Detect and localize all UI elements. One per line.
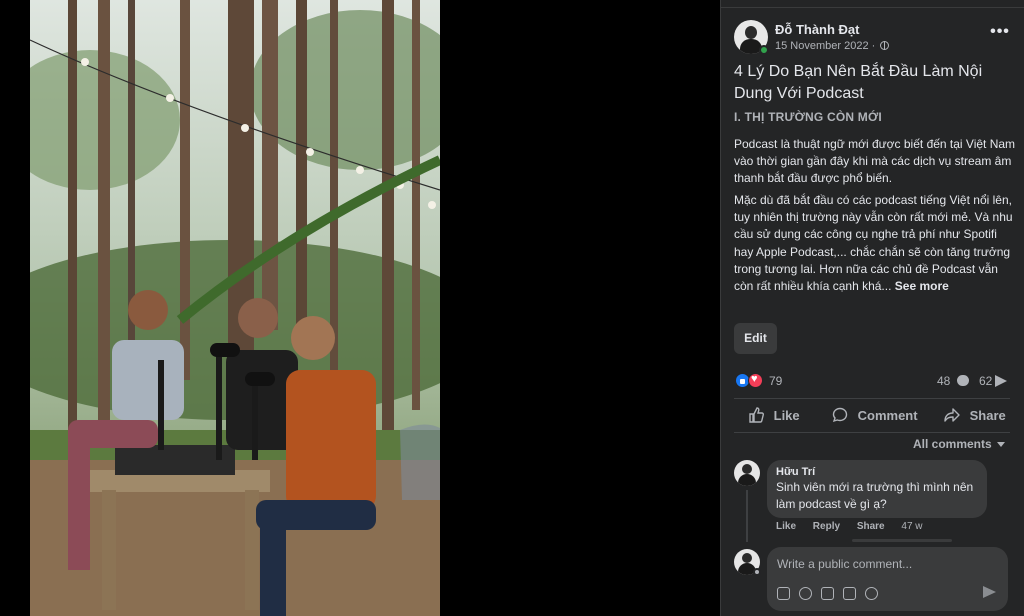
divider — [734, 432, 1010, 433]
avatar-head — [742, 464, 752, 474]
caret-down-icon — [996, 442, 1005, 447]
comment-box — [767, 547, 1008, 611]
comment-timestamp[interactable]: 47 w — [901, 521, 922, 532]
post-photo[interactable] — [30, 0, 440, 616]
comment-input[interactable] — [777, 555, 997, 573]
send-icon[interactable] — [983, 586, 996, 598]
comment-text: Sinh viên mới ra trường thì mình nên làm… — [776, 480, 974, 511]
commenter-name[interactable]: Hữu Trí — [776, 466, 978, 478]
post-title: 4 Lý Do Bạn Nên Bắt Đầu Làm Nội Dung Với… — [734, 63, 983, 102]
edit-button[interactable]: Edit — [734, 323, 777, 354]
sticker-icon[interactable] — [777, 587, 790, 601]
gif-icon[interactable] — [843, 587, 856, 601]
section-heading: I. THỊ TRƯỜNG CÒN MỚI — [734, 110, 882, 124]
composer-tools — [777, 585, 887, 601]
panel-topbar — [721, 0, 1024, 8]
share-count[interactable]: 62 — [979, 374, 992, 388]
post-paragraph-1: Podcast là thuật ngữ mới được biết đến t… — [734, 137, 1016, 186]
photo-viewer — [0, 0, 720, 616]
post-date[interactable]: 15 November 2022 · — [775, 40, 875, 52]
reaction-count[interactable]: 79 — [769, 374, 782, 388]
camera-icon[interactable] — [821, 587, 834, 601]
post-actions: Like Comment Share — [734, 402, 1010, 430]
post-side-panel: Đỗ Thành Đạt 15 November 2022 · ••• 4 Lý… — [720, 0, 1024, 616]
post-meta[interactable]: 15 November 2022 · — [775, 40, 890, 52]
post-header: Đỗ Thành Đạt 15 November 2022 · ••• — [734, 20, 1012, 56]
share-icon — [944, 408, 960, 422]
comment-count[interactable]: 48 — [937, 374, 950, 388]
comment-bubble: Hữu Trí Sinh viên mới ra trường thì mình… — [767, 460, 987, 518]
share-arrow-icon — [995, 375, 1007, 387]
avatar-badge-icon — [753, 568, 761, 576]
comment-composer — [734, 547, 1014, 613]
comment-like-link[interactable]: Like — [776, 521, 796, 532]
post-paragraph-2-text: Mặc dù đã bắt đầu có các podcast tiếng V… — [734, 193, 1013, 294]
like-button-label: Like — [773, 408, 800, 423]
thumbs-up-icon — [749, 407, 764, 423]
comment-reply-link[interactable]: Reply — [813, 521, 840, 532]
reply-preview — [852, 539, 952, 542]
thread-line — [746, 490, 748, 542]
comment-button-label: Comment — [857, 408, 918, 423]
commenter-avatar[interactable] — [734, 460, 760, 486]
see-more-link[interactable]: See more — [895, 279, 949, 293]
like-button[interactable]: Like — [748, 402, 800, 430]
author-name[interactable]: Đỗ Thành Đạt — [775, 22, 860, 37]
share-button[interactable]: Share — [944, 402, 1006, 430]
comment-share-link[interactable]: Share — [857, 521, 885, 532]
share-button-label: Share — [969, 408, 1006, 423]
globe-icon — [880, 41, 890, 50]
comment-bubble-icon — [957, 375, 969, 386]
love-reaction-icon[interactable] — [748, 373, 763, 388]
emoji-icon[interactable] — [799, 587, 812, 601]
comment-button[interactable]: Comment — [832, 402, 918, 430]
comments-filter-dropdown[interactable]: All comments — [913, 437, 1005, 451]
more-options-button[interactable]: ••• — [988, 24, 1012, 46]
online-status-icon — [759, 45, 769, 55]
comment-actions: Like Reply Share 47 w — [776, 521, 923, 532]
comment-icon — [832, 407, 848, 423]
avatar-head — [742, 553, 752, 563]
comments-filter-label: All comments — [913, 437, 992, 451]
post-paragraph-2: Mặc dù đã bắt đầu có các podcast tiếng V… — [734, 192, 1019, 295]
avatar-body — [738, 474, 756, 486]
reactions-row: 79 48 62 — [734, 372, 1012, 390]
divider — [734, 398, 1010, 399]
avatar-head — [745, 26, 757, 39]
avatar-sticker-icon[interactable] — [865, 587, 878, 601]
